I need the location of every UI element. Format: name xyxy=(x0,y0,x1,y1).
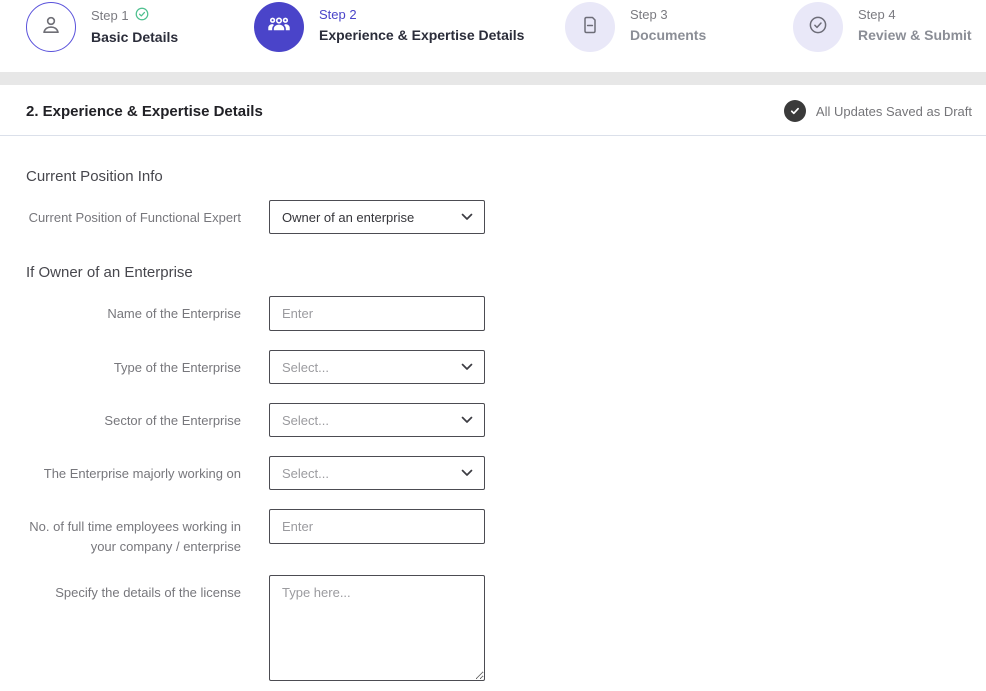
section-title-row: 2. Experience & Expertise Details All Up… xyxy=(0,85,986,136)
enterprise-working-on-value: Select... xyxy=(282,466,329,481)
step1-completed-check-icon xyxy=(135,7,149,24)
field-employee-count: No. of full time employees working in yo… xyxy=(26,509,986,556)
step2-title: Experience & Expertise Details xyxy=(319,27,524,43)
chevron-down-icon xyxy=(461,411,473,429)
step4-circle xyxy=(793,2,843,52)
step1-label: Step 1 xyxy=(91,8,129,23)
person-icon xyxy=(38,12,64,43)
step-basic-details[interactable]: Step 1 Basic Details xyxy=(26,2,178,52)
step3-label: Step 3 xyxy=(630,7,706,22)
chevron-down-icon xyxy=(461,208,473,226)
step3-title: Documents xyxy=(630,27,706,43)
page-title: 2. Experience & Expertise Details xyxy=(26,103,263,120)
enterprise-sector-select[interactable]: Select... xyxy=(269,403,485,437)
enterprise-sector-label: Sector of the Enterprise xyxy=(26,403,241,437)
enterprise-sector-value: Select... xyxy=(282,413,329,428)
step1-title: Basic Details xyxy=(91,29,178,45)
enterprise-type-label: Type of the Enterprise xyxy=(26,350,241,384)
step4-label: Step 4 xyxy=(858,7,972,22)
field-enterprise-working-on: The Enterprise majorly working on Select… xyxy=(26,456,986,490)
chevron-down-icon xyxy=(461,358,473,376)
section-divider-band xyxy=(0,72,986,85)
enterprise-name-input[interactable] xyxy=(269,296,485,331)
employee-count-input[interactable] xyxy=(269,509,485,544)
field-enterprise-name: Name of the Enterprise xyxy=(26,296,986,331)
field-current-position: Current Position of Functional Expert Ow… xyxy=(26,200,986,234)
field-license-details: Specify the details of the license Maxim… xyxy=(26,575,986,691)
step2-circle xyxy=(254,2,304,52)
enterprise-working-on-label: The Enterprise majorly working on xyxy=(26,456,241,490)
current-position-label: Current Position of Functional Expert xyxy=(26,200,241,234)
step-review-submit[interactable]: Step 4 Review & Submit xyxy=(793,2,972,52)
groups-icon xyxy=(266,12,292,43)
license-details-textarea[interactable] xyxy=(269,575,485,681)
current-position-select[interactable]: Owner of an enterprise xyxy=(269,200,485,234)
enterprise-name-label: Name of the Enterprise xyxy=(26,296,241,331)
enterprise-type-value: Select... xyxy=(282,360,329,375)
experience-form: Current Position Info Current Position o… xyxy=(0,168,986,691)
step-documents[interactable]: Step 3 Documents xyxy=(565,2,706,52)
save-status: All Updates Saved as Draft xyxy=(784,100,972,122)
enterprise-type-select[interactable]: Select... xyxy=(269,350,485,384)
document-icon xyxy=(578,13,602,42)
saved-check-icon xyxy=(784,100,806,122)
field-enterprise-type: Type of the Enterprise Select... xyxy=(26,350,986,384)
section-heading-if-owner: If Owner of an Enterprise xyxy=(26,264,986,281)
field-enterprise-sector: Sector of the Enterprise Select... xyxy=(26,403,986,437)
check-circle-icon xyxy=(806,13,830,42)
wizard-stepper: Step 1 Basic Details xyxy=(0,0,986,72)
step3-circle xyxy=(565,2,615,52)
step2-label: Step 2 xyxy=(319,7,524,22)
step-experience-details[interactable]: Step 2 Experience & Expertise Details xyxy=(254,2,524,52)
current-position-value: Owner of an enterprise xyxy=(282,210,414,225)
license-details-label: Specify the details of the license xyxy=(26,575,241,691)
save-status-text: All Updates Saved as Draft xyxy=(816,104,972,119)
chevron-down-icon xyxy=(461,464,473,482)
step1-circle xyxy=(26,2,76,52)
enterprise-working-on-select[interactable]: Select... xyxy=(269,456,485,490)
employee-count-label: No. of full time employees working in yo… xyxy=(26,509,241,556)
step4-title: Review & Submit xyxy=(858,27,972,43)
section-heading-current-position: Current Position Info xyxy=(26,168,986,185)
